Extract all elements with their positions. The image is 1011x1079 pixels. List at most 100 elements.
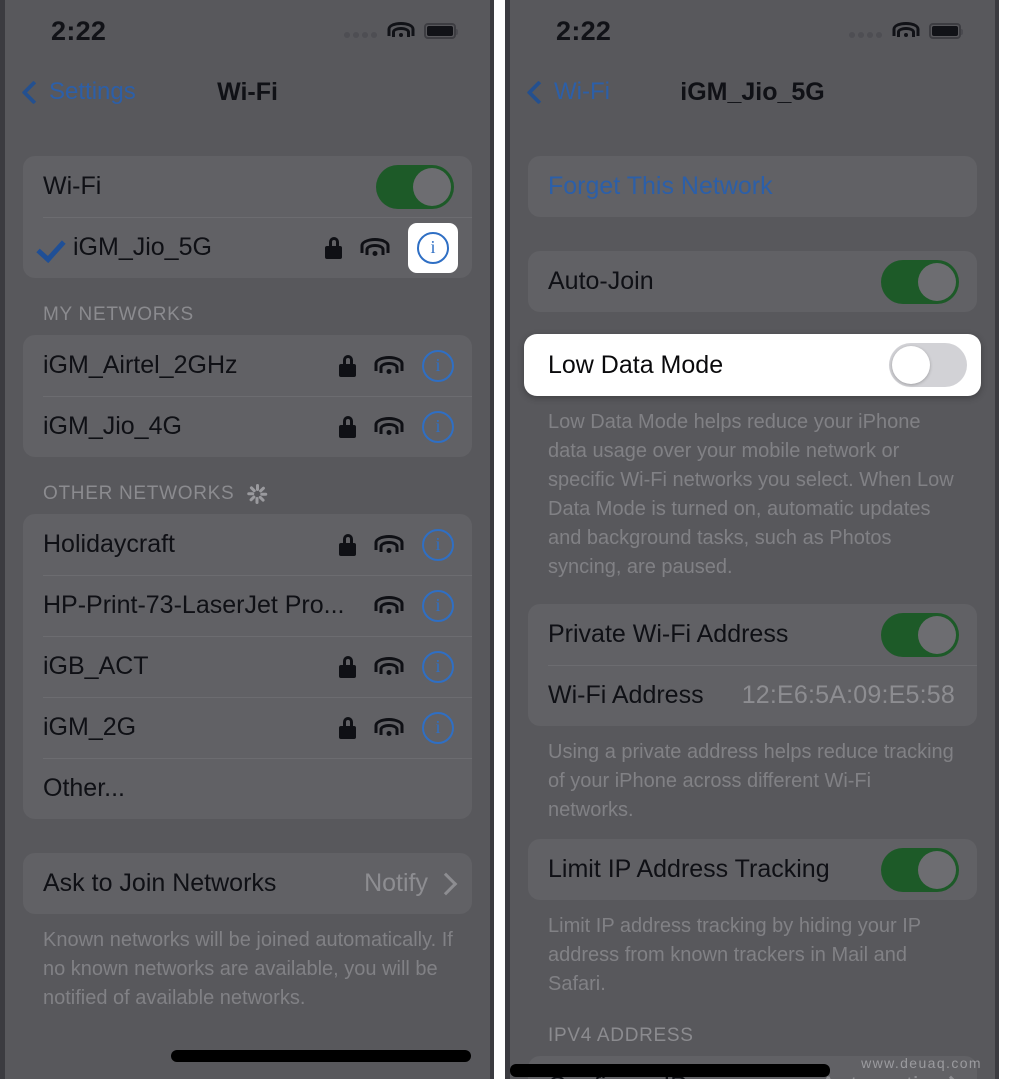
nav-bar: Wi-Fi iGM_Jio_5G	[510, 62, 995, 122]
low-data-mode-label: Low Data Mode	[548, 350, 724, 379]
wifi-signal-icon	[374, 535, 404, 554]
auto-join-row[interactable]: Auto-Join	[528, 251, 977, 312]
network-trailing-icons	[374, 589, 454, 622]
my-networks-header: MY NETWORKS	[5, 278, 490, 335]
right-phone-screen: 2:22 Wi-Fi iGM_Jio_5G Forget This Networ…	[510, 0, 995, 1079]
list-item[interactable]: Holidaycraft	[23, 514, 472, 575]
status-clock: 2:22	[51, 15, 107, 46]
list-item[interactable]: HP-Print-73-LaserJet Pro...	[23, 575, 472, 636]
low-data-mode-footnote: Low Data Mode helps reduce your iPhone d…	[548, 411, 954, 578]
signal-dots-icon	[849, 25, 882, 38]
wifi-address-row: Wi-Fi Address 12:E6:5A:09:E5:58	[528, 665, 977, 726]
ipv4-header-label: IPV4 ADDRESS	[548, 1025, 694, 1046]
list-item[interactable]: iGM_2G	[23, 697, 472, 758]
right-panel-edge-right	[995, 0, 999, 1079]
info-circle-icon[interactable]	[422, 410, 454, 443]
connected-network-name: iGM_Jio_5G	[73, 233, 212, 261]
forget-network-row[interactable]: Forget This Network	[528, 156, 977, 217]
low-data-mode-row[interactable]: Low Data Mode	[524, 334, 981, 396]
network-trailing-icons	[325, 222, 458, 273]
wifi-signal-icon	[360, 238, 390, 257]
info-circle-icon[interactable]	[417, 231, 449, 264]
auto-join-label: Auto-Join	[548, 267, 654, 295]
info-button-highlight[interactable]	[408, 222, 458, 273]
status-bar: 2:22	[510, 0, 995, 62]
ask-to-join-group: Ask to Join Networks Notify	[23, 853, 472, 914]
wifi-toggle[interactable]	[376, 164, 454, 209]
info-circle-icon[interactable]	[422, 589, 454, 622]
status-indicators	[849, 22, 963, 40]
lock-icon	[325, 236, 342, 259]
info-circle-icon[interactable]	[422, 528, 454, 561]
network-trailing-icons	[339, 349, 454, 382]
limit-ip-toggle[interactable]	[881, 847, 959, 892]
nav-bar: Settings Wi-Fi	[5, 62, 490, 122]
status-bar: 2:22	[5, 0, 490, 62]
other-networks-header-label: OTHER NETWORKS	[43, 483, 235, 504]
connected-network-row[interactable]: iGM_Jio_5G	[23, 217, 472, 278]
ipv4-header: IPV4 ADDRESS	[510, 999, 995, 1056]
network-trailing-icons	[339, 528, 454, 561]
low-data-mode-highlight: Low Data Mode	[524, 334, 981, 396]
network-name: iGM_2G	[43, 713, 137, 741]
private-wifi-toggle[interactable]	[881, 612, 959, 657]
my-networks-header-label: MY NETWORKS	[43, 304, 194, 325]
network-name: HP-Print-73-LaserJet Pro...	[43, 591, 345, 619]
limit-ip-label: Limit IP Address Tracking	[548, 855, 830, 883]
network-name: iGM_Airtel_2GHz	[43, 351, 238, 379]
wifi-icon	[387, 22, 414, 40]
network-trailing-icons	[339, 410, 454, 443]
wifi-signal-icon	[374, 356, 404, 375]
other-network-label: Other...	[43, 774, 125, 802]
other-networks-header: OTHER NETWORKS	[5, 457, 490, 514]
private-wifi-toggle-row[interactable]: Private Wi-Fi Address	[528, 604, 977, 665]
screenshot-stage: 2:22 Settings Wi-Fi Wi-Fi iGM_Jio_5G i M…	[0, 0, 1011, 1079]
wifi-main-group: Wi-Fi iGM_Jio_5G	[23, 156, 472, 278]
back-button-settings[interactable]: Settings	[21, 78, 136, 106]
left-phone-panel: 2:22 Settings Wi-Fi Wi-Fi iGM_Jio_5G i M…	[0, 0, 494, 1079]
wifi-toggle-row[interactable]: Wi-Fi	[23, 156, 472, 217]
back-button-label: Wi-Fi	[554, 78, 610, 105]
ask-to-join-footnote: Known networks will be joined automatica…	[43, 929, 453, 1009]
limit-ip-row[interactable]: Limit IP Address Tracking	[528, 839, 977, 900]
info-circle-icon[interactable]	[422, 711, 454, 744]
network-trailing-icons	[339, 711, 454, 744]
wifi-signal-icon	[374, 417, 404, 436]
low-data-mode-toggle[interactable]	[889, 343, 967, 387]
chevron-right-icon	[434, 872, 458, 895]
chevron-left-icon	[526, 79, 551, 105]
my-networks-group: iGM_Airtel_2GHz iGM_Jio_4G	[23, 335, 472, 457]
wifi-signal-icon	[374, 718, 404, 737]
auto-join-toggle[interactable]	[881, 259, 959, 304]
info-circle-icon[interactable]	[422, 349, 454, 382]
lock-icon	[339, 655, 356, 678]
wifi-address-value: 12:E6:5A:09:E5:58	[741, 681, 955, 709]
back-button-wifi[interactable]: Wi-Fi	[526, 78, 610, 106]
other-network-row[interactable]: Other...	[23, 758, 472, 819]
info-circle-icon[interactable]	[422, 650, 454, 683]
status-indicators	[344, 22, 458, 40]
limit-ip-footnote: Limit IP address tracking by hiding your…	[548, 915, 921, 995]
list-item[interactable]: iGM_Jio_4G	[23, 396, 472, 457]
loading-spinner-icon	[246, 483, 268, 505]
forget-network-label: Forget This Network	[548, 172, 773, 200]
ask-to-join-row[interactable]: Ask to Join Networks Notify	[23, 853, 472, 914]
redaction-bar	[171, 1050, 471, 1062]
redaction-bar	[510, 1064, 830, 1077]
private-wifi-label: Private Wi-Fi Address	[548, 620, 789, 648]
back-button-label: Settings	[49, 78, 136, 105]
list-item[interactable]: iGM_Airtel_2GHz	[23, 335, 472, 396]
list-item[interactable]: iGB_ACT	[23, 636, 472, 697]
checkmark-icon	[37, 233, 67, 263]
chevron-left-icon	[21, 79, 46, 105]
chevron-right-icon	[939, 1075, 963, 1079]
wifi-signal-icon	[374, 657, 404, 676]
left-phone-screen: 2:22 Settings Wi-Fi Wi-Fi iGM_Jio_5G i M…	[5, 0, 490, 1079]
